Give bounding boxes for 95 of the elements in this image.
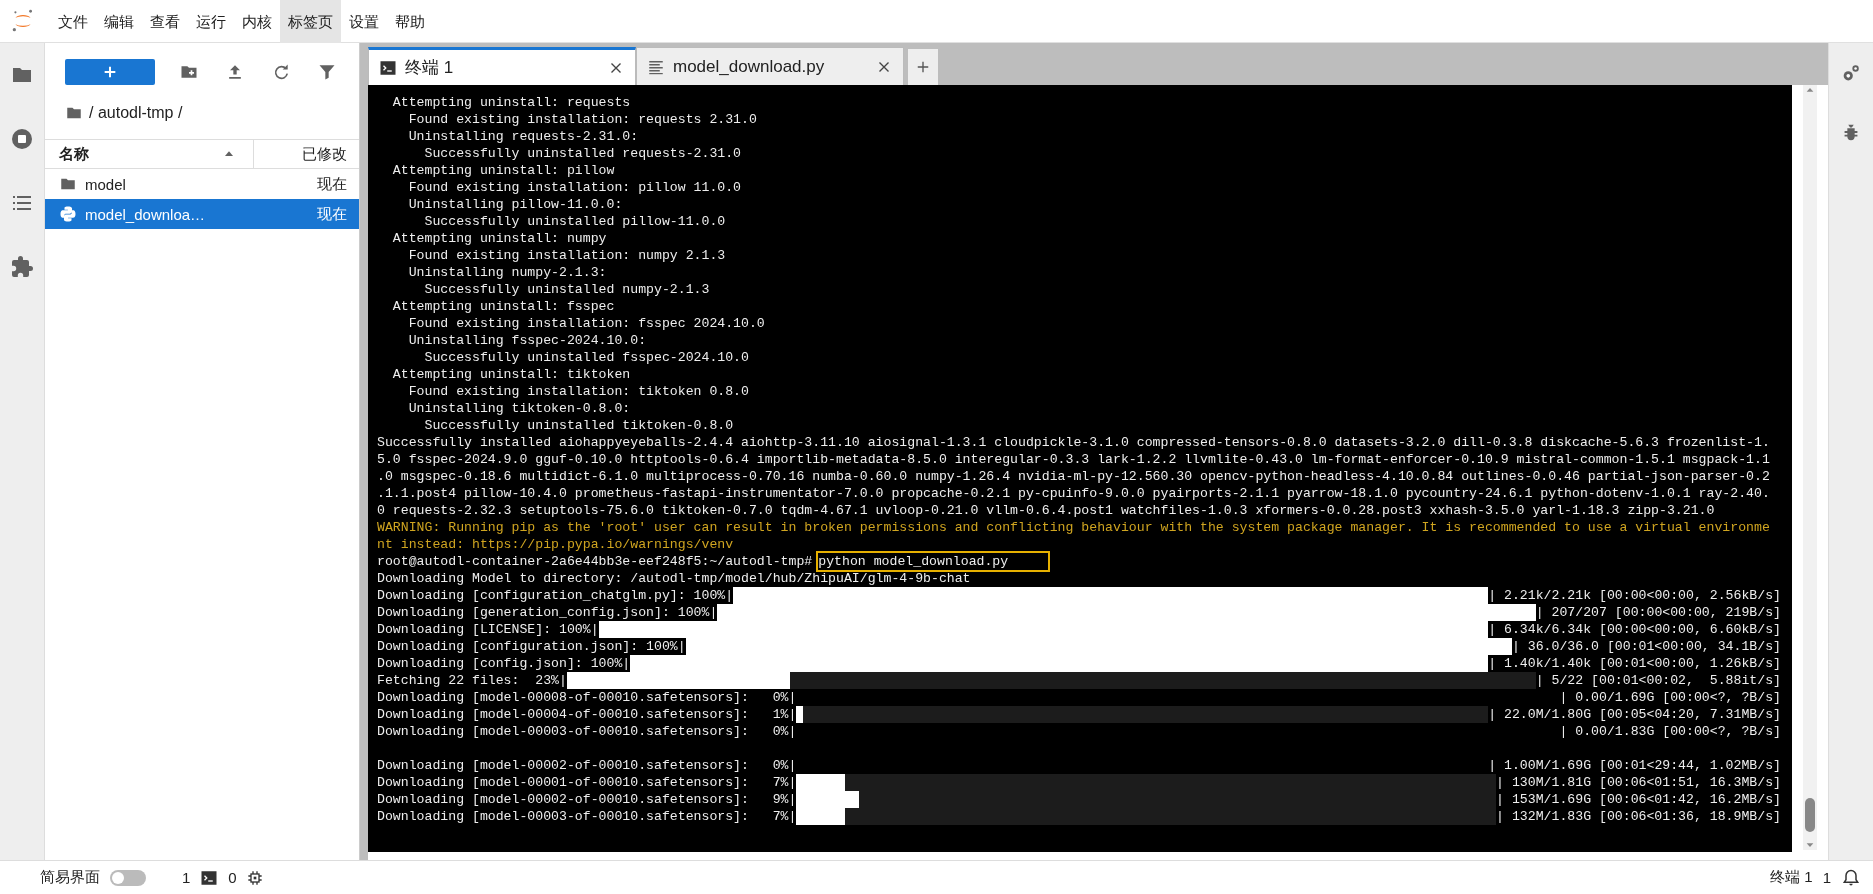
terminal-line: Successfully uninstalled requests-2.31.0 [423, 145, 742, 162]
terminal-line: Attempting uninstall: numpy [391, 230, 607, 247]
terminal-line: Successfully uninstalled numpy-2.1.3 [423, 281, 710, 298]
terminal-line: Found existing installation: fsspec 2024.10.0 [407, 315, 765, 332]
terminal-line: 0 requests-2.32.3 setuptools-75.6.0 tiktoken-0.7.0 tqdm-4.67.1 uvloop-0.21.0 vllm-0.6.4.post1 watchfiles-1.0.3 xformers-0.0.28.post3 xxhash-3.5.0 yarl-1.18.3 zipp-3.21.0 [377, 502, 1715, 519]
progress-label: Downloading [LICENSE]: 100%| [377, 621, 599, 638]
active-tab-name: 终端 1 [1770, 868, 1813, 887]
add-tab-button[interactable] [908, 49, 938, 85]
terminal-icon [200, 868, 219, 887]
terminal-line: Attempting uninstall: fsspec [391, 298, 615, 315]
menu-item[interactable]: 查看 [142, 0, 188, 43]
progress-label: Fetching 22 files: 23%| [377, 672, 567, 689]
progress-stats: | 132M/1.83G [00:06<01:36, 18.9MB/s] [1496, 808, 1781, 825]
progress-stats: | 0.00/1.83G [00:00<?, ?B/s] [1559, 723, 1781, 740]
menu-item[interactable]: 帮助 [387, 0, 433, 43]
progress-stats: | 207/207 [00:00<00:00, 219B/s] [1535, 604, 1781, 621]
column-header[interactable]: 名称 [45, 140, 254, 168]
terminal-line: Found existing installation: pillow 11.0.0 [407, 179, 742, 196]
tab[interactable]: model_download.py [636, 47, 904, 85]
command-text: python model_download.py [816, 551, 1051, 572]
terminal-line: Successfully installed aiohappyeyeballs-2.4.4 aiohttp-3.11.10 aiosignal-1.3.1 cloudpickle-3.1.0 compressed-tensors-0.8.0 datasets-3.2.0 dill-0.3.8 diskcache-5.6.3 frozenlist-1. [377, 434, 1770, 451]
file-name: model_downloa… [85, 205, 206, 223]
progress-label: Downloading [model-00004-of-00010.safetensors]: 1%| [377, 706, 797, 723]
terminal-line: Attempting uninstall: tiktoken [391, 366, 631, 383]
terminal-line: Found existing installation: numpy 2.1.3 [407, 247, 726, 264]
terminal-line: Attempting uninstall: requests [391, 94, 631, 111]
terminal-icon [379, 58, 397, 77]
menu-item[interactable]: 内核 [234, 0, 280, 43]
shell-prompt: root@autodl-container-2a6e44bb3e-eef248f5:~/autodl-tmp# [377, 553, 813, 570]
terminal-line: Successfully uninstalled pillow-11.0.0 [423, 213, 726, 230]
terminal-line: Successfully uninstalled fsspec-2024.10.0 [423, 349, 749, 366]
progress-stats: | 1.40k/1.40k [00:01<00:00, 1.26kB/s] [1488, 655, 1781, 672]
modified-time: 现在 [316, 204, 347, 224]
terminal-line: Uninstalling fsspec-2024.10.0: [407, 332, 647, 349]
terminal-line: Uninstalling requests-2.31.0: [407, 128, 639, 145]
file-row[interactable]: model_downloa… 现在 [45, 199, 359, 229]
simple-mode-label: 简易界面 [40, 868, 100, 887]
terminal-line: Uninstalling tiktoken-0.8.0: [407, 400, 631, 417]
simple-mode-toggle[interactable] [110, 869, 146, 886]
progress-stats: | 36.0/36.0 [00:01<00:00, 34.1B/s] [1511, 638, 1781, 655]
progress-label: Downloading [model-00008-of-00010.safetensors]: 0%| [377, 689, 797, 706]
terminal-line: Successfully uninstalled tiktoken-0.8.0 [423, 417, 734, 434]
progress-stats: | 1.00M/1.69G [00:01<29:44, 1.02MB/s] [1488, 757, 1781, 774]
menu-item[interactable]: 标签页 [280, 0, 341, 43]
progress-label: Downloading [model-00003-of-00010.safetensors]: 0%| [377, 723, 797, 740]
file-row[interactable]: model 现在 [45, 169, 359, 199]
tab[interactable]: 终端 1 [368, 47, 636, 85]
progress-label: Downloading [configuration.json]: 100%| [377, 638, 686, 655]
terminal-line: Attempting uninstall: pillow [391, 162, 615, 179]
progress-stats: | 130M/1.81G [00:06<01:51, 16.3MB/s] [1496, 774, 1781, 791]
terminal-line: .1.1.post4 pillow-10.4.0 prometheus-fastapi-instrumentator-7.0.0 propcache-0.2.1 py-cpuinfo-9.0.0 pyairports-2.1.1 pyarrow-18.1.0 pycountry-24.6.1 python-dotenv-1.0.1 ray-2.40. [377, 485, 1770, 502]
terminal-line: .0 msgspec-0.18.6 multidict-6.1.0 multiprocess-0.70.16 numba-0.60.0 numpy-1.26.4 nvidia-ml-py-12.560.30 opencv-python-headless-4.10.0.84 outlines-0.0.46 partial-json-parser-0.2 [377, 468, 1770, 485]
scrollbar[interactable] [1803, 85, 1817, 850]
progress-stats: | 153M/1.69G [00:06<01:42, 16.2MB/s] [1496, 791, 1781, 808]
filter-icon[interactable] [317, 62, 337, 82]
progress-label: Downloading [generation_config.json]: 100%| [377, 604, 718, 621]
progress-stats: | 0.00/1.69G [00:00<?, ?B/s] [1559, 689, 1781, 706]
warning-line: WARNING: Running pip as the 'root' user can result in broken permissions and conflicting behaviour with the system package manager. It is recommended to use a virtual environme [377, 519, 1770, 536]
progress-stats: | 2.21k/2.21k [00:00<00:00, 2.56kB/s] [1488, 587, 1781, 604]
breadcrumb-path[interactable]: / autodl-tmp / [89, 104, 183, 122]
terminal-line: Found existing installation: tiktoken 0.8.0 [407, 383, 749, 400]
terminal-line: Uninstalling pillow-11.0.0: [407, 196, 623, 213]
progress-label: Downloading [config.json]: 100%| [377, 655, 631, 672]
terminal-line: 5.0 fsspec-2024.9.0 gguf-0.10.0 httptools-0.6.4 importlib-metadata-8.5.0 interegular-0.3.3 lark-1.2.2 llvmlite-0.43.0 lm-format-enforcer-0.10.9 mistral-common-1.5.1 msgpack-1.1 [377, 451, 1770, 468]
modified-time: 现在 [316, 174, 347, 194]
progress-stats: | 22.0M/1.80G [00:05<04:20, 7.31MB/s] [1488, 706, 1781, 723]
scrollbar-thumb[interactable] [1805, 798, 1815, 832]
progress-label: Downloading [model-00001-of-00010.safetensors]: 7%| [377, 774, 797, 791]
scroll-down-icon[interactable] [1805, 840, 1815, 850]
file-name: model [85, 175, 126, 193]
menu-item[interactable]: 运行 [188, 0, 234, 43]
menu-item[interactable]: 编辑 [96, 0, 142, 43]
stop-icon[interactable] [10, 127, 34, 151]
plus-icon [102, 64, 118, 80]
terminal-line: Uninstalling numpy-2.1.3: [407, 264, 607, 281]
bell-icon[interactable] [1841, 867, 1861, 888]
terminal-output[interactable] [368, 85, 1792, 852]
menu-item[interactable]: 设置 [341, 0, 387, 43]
progress-label: Downloading [configuration_chatglm.py]: 100%| [377, 587, 734, 604]
column-header[interactable]: 已修改 [254, 144, 359, 164]
warning-line: nt instead: https://pip.pypa.io/warnings/venv [377, 536, 734, 553]
kernel-count: 1 [182, 869, 191, 886]
puzzle-icon[interactable] [10, 255, 34, 279]
terminal-line: Downloading Model to directory: /autodl-tmp/model/hub/ZhipuAI/glm-4-9b-chat [377, 570, 971, 587]
chip-icon [246, 869, 263, 886]
progress-stats: | 6.34k/6.34k [00:00<00:00, 6.60kB/s] [1488, 621, 1781, 638]
progress-label: Downloading [model-00002-of-00010.safetensors]: 0%| [377, 757, 797, 774]
progress-label: Downloading [model-00002-of-00010.safetensors]: 9%| [377, 791, 797, 808]
menu-item[interactable]: 文件 [50, 0, 96, 43]
terminal-count: 0 [228, 869, 237, 886]
progress-stats: | 5/22 [00:01<00:02, 5.88it/s] [1535, 672, 1781, 689]
progress-label: Downloading [model-00003-of-00010.safetensors]: 7%| [377, 808, 797, 825]
python-icon [59, 205, 77, 223]
terminal-line: Found existing installation: requests 2.31.0 [407, 111, 757, 128]
active-count: 1 [1822, 869, 1831, 886]
